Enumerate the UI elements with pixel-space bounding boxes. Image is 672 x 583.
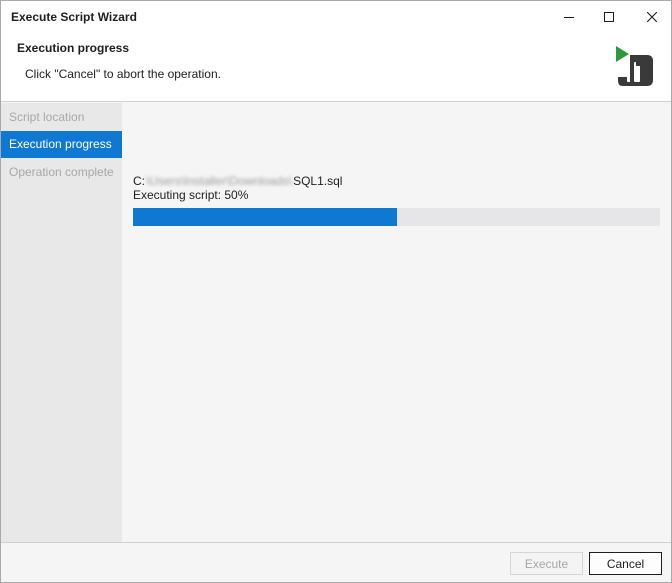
progress-bar: [133, 208, 660, 226]
wizard-window: Execute Script Wizard Execution progress…: [0, 0, 672, 583]
progress-bar-fill: [133, 208, 397, 226]
wizard-footer: Execute Cancel: [1, 542, 671, 582]
maximize-button[interactable]: [586, 1, 632, 32]
step-script-location[interactable]: Script location: [1, 104, 122, 131]
path-prefix: C:: [133, 174, 145, 188]
wizard-steps-sidebar: Script location Execution progress Opera…: [1, 103, 122, 542]
cancel-button[interactable]: Cancel: [589, 552, 662, 575]
path-file: SQL1.sql: [293, 174, 343, 188]
script-path: C: \Users\Installer\Downloads\ SQL1.sql: [133, 174, 342, 188]
window-title: Execute Script Wizard: [11, 10, 137, 24]
maximize-icon: [604, 11, 614, 22]
main-content: C: \Users\Installer\Downloads\ SQL1.sql …: [122, 103, 671, 542]
close-icon: [647, 11, 657, 22]
step-execution-progress[interactable]: Execution progress: [1, 131, 122, 158]
page-title: Execution progress: [17, 41, 130, 55]
execute-script-logo-icon: [616, 46, 653, 86]
minimize-icon: [564, 16, 574, 18]
path-obscured: \Users\Installer\Downloads\: [146, 174, 293, 188]
page-subtitle: Click "Cancel" to abort the operation.: [25, 67, 221, 81]
wizard-header: Execution progress Click "Cancel" to abo…: [1, 32, 671, 102]
execution-status: Executing script: 50%: [133, 188, 249, 202]
title-bar[interactable]: Execute Script Wizard: [1, 1, 671, 32]
execute-button[interactable]: Execute: [510, 552, 583, 575]
step-operation-complete[interactable]: Operation complete: [1, 159, 122, 186]
close-button[interactable]: [629, 1, 672, 32]
